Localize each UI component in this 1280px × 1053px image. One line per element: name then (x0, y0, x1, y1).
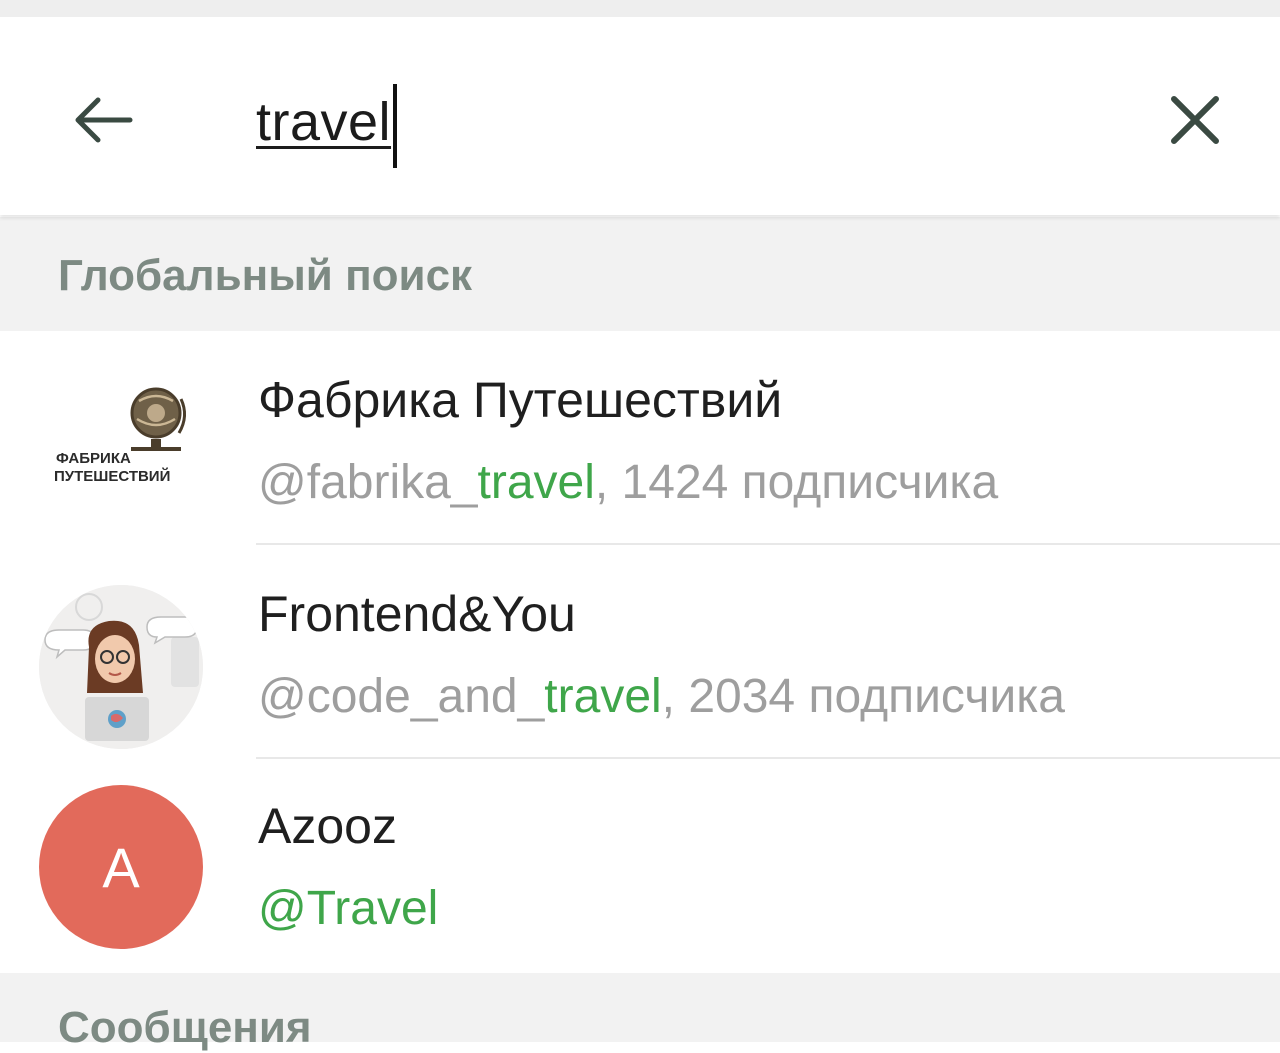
clear-search-button[interactable] (1160, 85, 1230, 155)
cartoon-girl-avatar-icon (39, 585, 203, 749)
match-highlight: travel (544, 670, 662, 723)
back-button[interactable] (62, 85, 142, 155)
match-highlight: travel (477, 456, 595, 509)
section-header-global: Глобальный поиск (0, 217, 1280, 331)
search-result-item[interactable]: ФАБРИКА ПУТЕШЕСТВИЙ Фабрика Путешествий … (0, 331, 1280, 545)
letter-avatar: A (39, 785, 203, 949)
section-title: Сообщения (58, 1003, 312, 1052)
search-input[interactable]: travel (256, 77, 398, 168)
search-result-item[interactable]: Frontend&You @code_and_travel, 2034 подп… (0, 545, 1280, 759)
search-query-text: travel (256, 92, 392, 152)
arrow-left-icon (75, 97, 133, 143)
channel-subtitle: @code_and_travel, 2034 подписчика (258, 670, 1065, 723)
search-header: travel (0, 17, 1280, 215)
text-caret (393, 84, 398, 168)
channel-title: Frontend&You (258, 586, 576, 642)
section-title: Глобальный поиск (58, 251, 473, 300)
channel-title: Фабрика Путешествий (258, 372, 783, 428)
channel-logo: ФАБРИКА ПУТЕШЕСТВИЙ (39, 371, 203, 535)
close-icon (1171, 96, 1219, 144)
globe-logo-icon: ФАБРИКА ПУТЕШЕСТВИЙ (54, 387, 186, 485)
user-subtitle: @Travel (258, 881, 438, 936)
logo-line-2: ПУТЕШЕСТВИЙ (54, 467, 170, 485)
channel-subtitle: @fabrika_travel, 1424 подписчика (258, 456, 999, 509)
status-bar-strip (0, 0, 1280, 17)
match-highlight: @Travel (258, 882, 439, 935)
search-result-item[interactable]: A Azooz @Travel (0, 759, 1280, 973)
section-header-messages: Сообщения (0, 973, 1280, 1052)
channel-avatar (39, 585, 203, 749)
avatar-letter: A (102, 835, 140, 899)
user-title: Azooz (258, 798, 397, 854)
logo-line-1: ФАБРИКА (56, 450, 131, 467)
